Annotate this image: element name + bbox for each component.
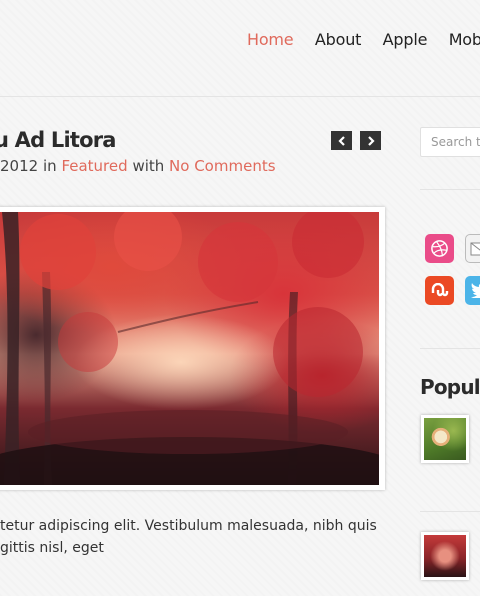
stumbleupon-button[interactable] xyxy=(425,276,454,305)
thumbnail-image xyxy=(424,418,466,460)
sidebar-divider xyxy=(420,348,480,349)
nav-item-about[interactable]: About xyxy=(315,30,362,49)
arrow-right-icon xyxy=(367,135,375,146)
forest-scene xyxy=(0,212,379,485)
nav-item-home[interactable]: Home xyxy=(247,30,294,49)
email-icon xyxy=(470,242,480,255)
arrow-left-icon xyxy=(337,135,345,146)
category-link[interactable]: Featured xyxy=(61,157,127,175)
meta-in-text: in xyxy=(42,157,57,175)
twitter-button[interactable] xyxy=(465,276,480,305)
twitter-icon xyxy=(470,283,480,298)
site-header: Home About Apple Mobile xyxy=(0,0,480,97)
excerpt-line: gittis nisl, eget xyxy=(0,540,104,556)
next-post-button[interactable] xyxy=(360,131,381,150)
sidebar-divider xyxy=(420,189,480,190)
featured-image[interactable] xyxy=(0,212,379,485)
post-date: 2012 xyxy=(0,157,39,175)
popular-post-thumbnail[interactable] xyxy=(421,532,469,580)
search-input[interactable]: Search th xyxy=(420,127,480,157)
email-button[interactable] xyxy=(465,234,480,263)
post-excerpt: tetur adipiscing elit. Vestibulum malesu… xyxy=(0,515,380,559)
comments-link[interactable]: No Comments xyxy=(169,157,275,175)
dribbble-button[interactable] xyxy=(425,234,454,263)
popular-post-thumbnail[interactable] xyxy=(421,415,469,463)
prev-post-button[interactable] xyxy=(331,131,352,150)
nav-item-mobile[interactable]: Mobile xyxy=(449,30,480,49)
popular-posts-title: Popula xyxy=(420,375,480,399)
excerpt-line: tetur adipiscing elit. Vestibulum malesu… xyxy=(0,518,377,534)
featured-image-frame xyxy=(0,207,385,490)
main-nav: Home About Apple Mobile xyxy=(247,30,480,50)
thumbnail-image xyxy=(424,535,466,577)
nav-item-apple[interactable]: Apple xyxy=(383,30,428,49)
meta-with-text: with xyxy=(132,157,165,175)
sidebar-divider xyxy=(420,511,480,512)
search-placeholder: Search th xyxy=(431,135,480,149)
post-meta: 2012 in Featured with No Comments xyxy=(0,157,276,175)
stumbleupon-icon xyxy=(431,282,448,296)
dribbble-icon xyxy=(431,240,448,257)
post-title[interactable]: u Ad Litora xyxy=(0,128,116,152)
